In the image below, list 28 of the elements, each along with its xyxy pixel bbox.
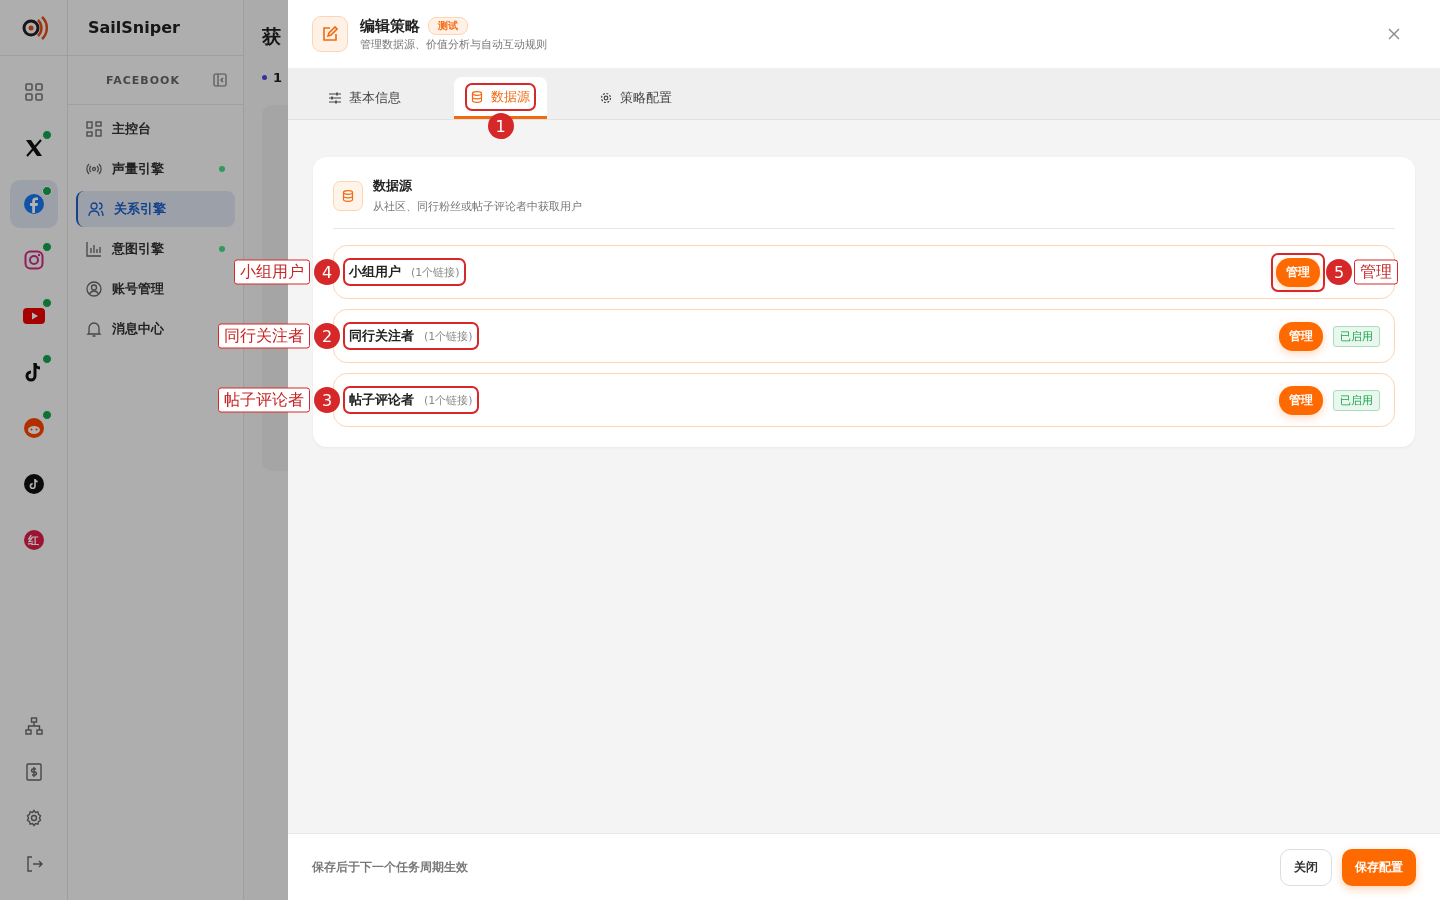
callout-number: 3 — [314, 387, 340, 413]
drawer-subtitle: 管理数据源、价值分析与自动互动规则 — [360, 37, 548, 52]
link-count: (1个链接) — [424, 328, 473, 344]
callout-number: 5 — [1326, 259, 1352, 285]
enabled-badge: 已启用 — [1333, 325, 1380, 347]
section-title: 数据源 — [373, 177, 413, 195]
callout-number: 2 — [314, 323, 340, 349]
callout-tooltip: 小组用户 — [234, 259, 310, 285]
callout-tooltip: 同行关注者 — [218, 323, 310, 349]
callout-tooltip: 管理 — [1354, 259, 1398, 285]
section-label: FACEBOOK — [106, 73, 180, 87]
step-number: 1 — [273, 70, 283, 85]
source-name: 小组用户 — [349, 263, 401, 281]
callout-tooltip: 帖子评论者 — [218, 387, 310, 413]
source-name: 同行关注者 — [349, 327, 414, 345]
drawer-title: 编辑策略 — [360, 16, 420, 36]
callout-number: 4 — [314, 259, 340, 285]
link-count: (1个链接) — [424, 392, 473, 408]
test-badge: 测试 — [428, 17, 468, 35]
enabled-badge: 已启用 — [1333, 389, 1380, 411]
link-count: (1个链接) — [411, 264, 460, 280]
app-name: SailSniper — [88, 18, 180, 37]
callout-number: 1 — [487, 113, 514, 139]
footer-note: 保存后于下一个任务周期生效 — [312, 859, 468, 875]
section-description: 从社区、同行粉丝或帖子评论者中获取用户 — [373, 200, 582, 214]
page-title: 获 — [262, 25, 281, 47]
round-logo: 红 — [23, 530, 44, 550]
source-name: 帖子评论者 — [349, 391, 414, 409]
